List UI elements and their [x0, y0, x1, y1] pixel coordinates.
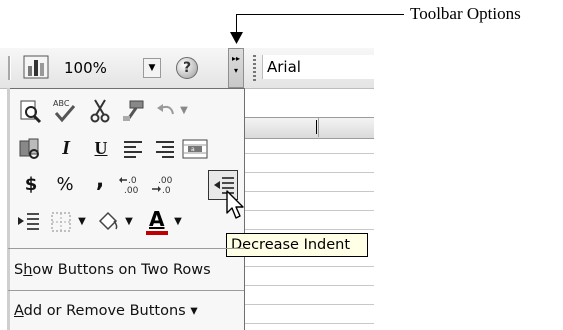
- svg-text:.00: .00: [124, 186, 139, 196]
- svg-text:.0: .0: [162, 186, 171, 196]
- font-color-icon[interactable]: A: [145, 207, 171, 235]
- callout-line-horizontal: [236, 14, 404, 15]
- currency-icon[interactable]: $: [17, 171, 45, 199]
- svg-text:.00: .00: [158, 176, 173, 186]
- callout-label: Toolbar Options: [410, 4, 521, 23]
- show-buttons-two-rows-item[interactable]: Show Buttons on Two Rows: [14, 262, 211, 278]
- font-color-bar: [146, 231, 168, 235]
- toolbar-options-button[interactable]: ▸▸ ▾: [228, 48, 244, 88]
- font-name-box[interactable]: Arial: [262, 55, 374, 79]
- panel-left-edge: [7, 88, 10, 330]
- toolbar-grip[interactable]: [253, 55, 256, 81]
- menu-item-label: ow Buttons on Two Rows: [32, 262, 211, 278]
- borders-icon[interactable]: [50, 211, 72, 233]
- menu-item-prefix: S: [14, 262, 24, 278]
- svg-text:.0: .0: [128, 176, 137, 186]
- grid-line: [244, 210, 374, 211]
- align-left-icon[interactable]: [122, 138, 144, 160]
- borders-dropdown-icon[interactable]: ▼: [74, 208, 90, 236]
- svg-text:ABC: ABC: [53, 99, 70, 108]
- toolbar-separator: [8, 56, 11, 80]
- submenu-arrow-icon: ▾: [190, 303, 198, 319]
- grid-line: [244, 172, 374, 173]
- menu-separator: [8, 248, 244, 249]
- column-divider: [318, 117, 319, 137]
- grid-line: [244, 323, 374, 324]
- font-color-dropdown-icon[interactable]: ▼: [170, 208, 186, 236]
- research-icon[interactable]: [17, 136, 43, 162]
- undo-dropdown-icon[interactable]: ▼: [177, 97, 191, 125]
- help-icon[interactable]: ?: [176, 57, 198, 79]
- grid-line: [244, 304, 374, 305]
- add-remove-buttons-item[interactable]: Add or Remove Buttons ▾: [14, 303, 198, 319]
- grid-line: [244, 285, 374, 286]
- menu-item-accelerator: A: [14, 303, 24, 319]
- merge-center-icon[interactable]: a: [182, 138, 208, 160]
- underline-icon[interactable]: U: [87, 134, 115, 162]
- fill-color-dropdown-icon[interactable]: ▼: [121, 208, 137, 236]
- align-right-icon[interactable]: [154, 138, 176, 160]
- increase-indent-icon[interactable]: [15, 210, 41, 234]
- zoom-dropdown-button[interactable]: ▼: [143, 58, 161, 78]
- comma-icon[interactable]: ,: [86, 167, 114, 195]
- callout-line-vertical: [236, 14, 237, 34]
- svg-text:a: a: [191, 146, 195, 153]
- print-preview-icon[interactable]: [17, 98, 43, 124]
- menu-separator: [8, 290, 244, 291]
- percent-icon[interactable]: %: [51, 171, 79, 199]
- cut-icon[interactable]: [88, 98, 112, 124]
- mouse-pointer-icon: [226, 190, 244, 219]
- increase-decimal-icon[interactable]: .0 .00: [118, 174, 146, 196]
- spelling-icon[interactable]: ABC: [50, 96, 78, 124]
- italic-icon[interactable]: I: [52, 134, 80, 162]
- undo-icon[interactable]: [155, 100, 177, 122]
- zoom-box[interactable]: 100%: [60, 57, 128, 79]
- column-header: [244, 117, 374, 139]
- fill-color-icon[interactable]: [96, 209, 120, 233]
- font-color-letter: A: [149, 207, 165, 231]
- grid-line: [244, 266, 374, 267]
- grid-line: [244, 191, 374, 192]
- grid-line: [244, 153, 374, 154]
- chart-wizard-icon[interactable]: [23, 54, 49, 80]
- format-painter-icon[interactable]: [120, 98, 146, 124]
- decrease-indent-tooltip: Decrease Indent: [226, 233, 368, 257]
- menu-item-label: dd or Remove Buttons: [23, 303, 186, 319]
- cell-cursor-mark: [316, 120, 317, 134]
- grid-line: [244, 229, 374, 230]
- decrease-decimal-icon[interactable]: .00 .0: [150, 174, 178, 196]
- callout-arrowhead: [230, 32, 243, 44]
